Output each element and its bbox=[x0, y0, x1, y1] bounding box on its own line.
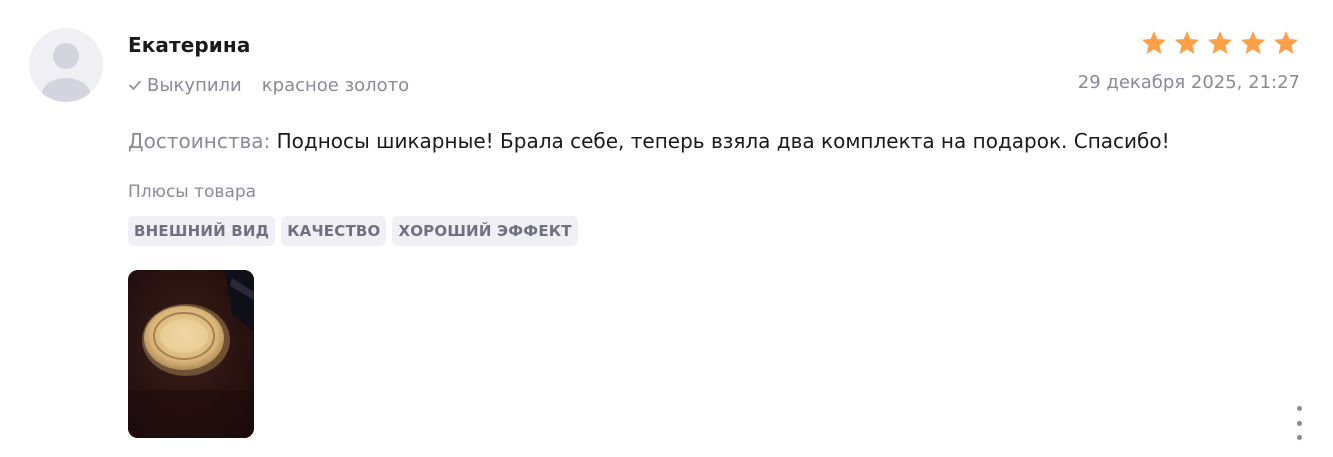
product-variant: красное золото bbox=[261, 74, 410, 96]
rating-stars bbox=[1140, 29, 1300, 57]
review-photo-thumbnail[interactable] bbox=[128, 270, 254, 438]
tag-quality: КАЧЕСТВО bbox=[281, 216, 387, 246]
more-vertical-icon-dot bbox=[1296, 435, 1302, 440]
check-icon bbox=[129, 80, 141, 90]
author-name: Екатерина bbox=[128, 33, 251, 57]
review-card: Екатерина Выкупили красное золото 29 дек… bbox=[0, 0, 1333, 457]
tag-appearance: ВНЕШНИЙ ВИД bbox=[128, 216, 276, 246]
star-icon bbox=[1240, 31, 1266, 54]
pros-text: Подносы шикарные! Брала себе, теперь взя… bbox=[276, 129, 1170, 153]
tag-good-effect: ХОРОШИЙ ЭФФЕКТ bbox=[392, 216, 578, 246]
more-vertical-icon-dot bbox=[1296, 406, 1302, 411]
star-icon bbox=[1273, 31, 1299, 54]
review-date: 29 декабря 2025, 21:27 bbox=[1077, 72, 1300, 93]
more-options-button[interactable] bbox=[1293, 406, 1305, 440]
user-avatar-placeholder-icon bbox=[29, 28, 103, 102]
more-vertical-icon-dot bbox=[1296, 420, 1302, 426]
pros-label: Достоинства: bbox=[128, 129, 271, 153]
purchase-meta: Выкупили красное золото bbox=[128, 73, 409, 97]
avatar bbox=[29, 28, 103, 102]
star-icon bbox=[1141, 31, 1167, 54]
star-icon bbox=[1207, 31, 1233, 54]
bought-status: Выкупили bbox=[147, 74, 242, 96]
review-photo-image bbox=[128, 270, 254, 438]
star-icon bbox=[1174, 31, 1200, 54]
product-pluses-title: Плюсы товара bbox=[128, 182, 257, 202]
pluses-tags: ВНЕШНИЙ ВИД КАЧЕСТВО ХОРОШИЙ ЭФФЕКТ bbox=[128, 216, 578, 246]
pros-section: Достоинства: Подносы шикарные! Брала себ… bbox=[128, 129, 1170, 153]
